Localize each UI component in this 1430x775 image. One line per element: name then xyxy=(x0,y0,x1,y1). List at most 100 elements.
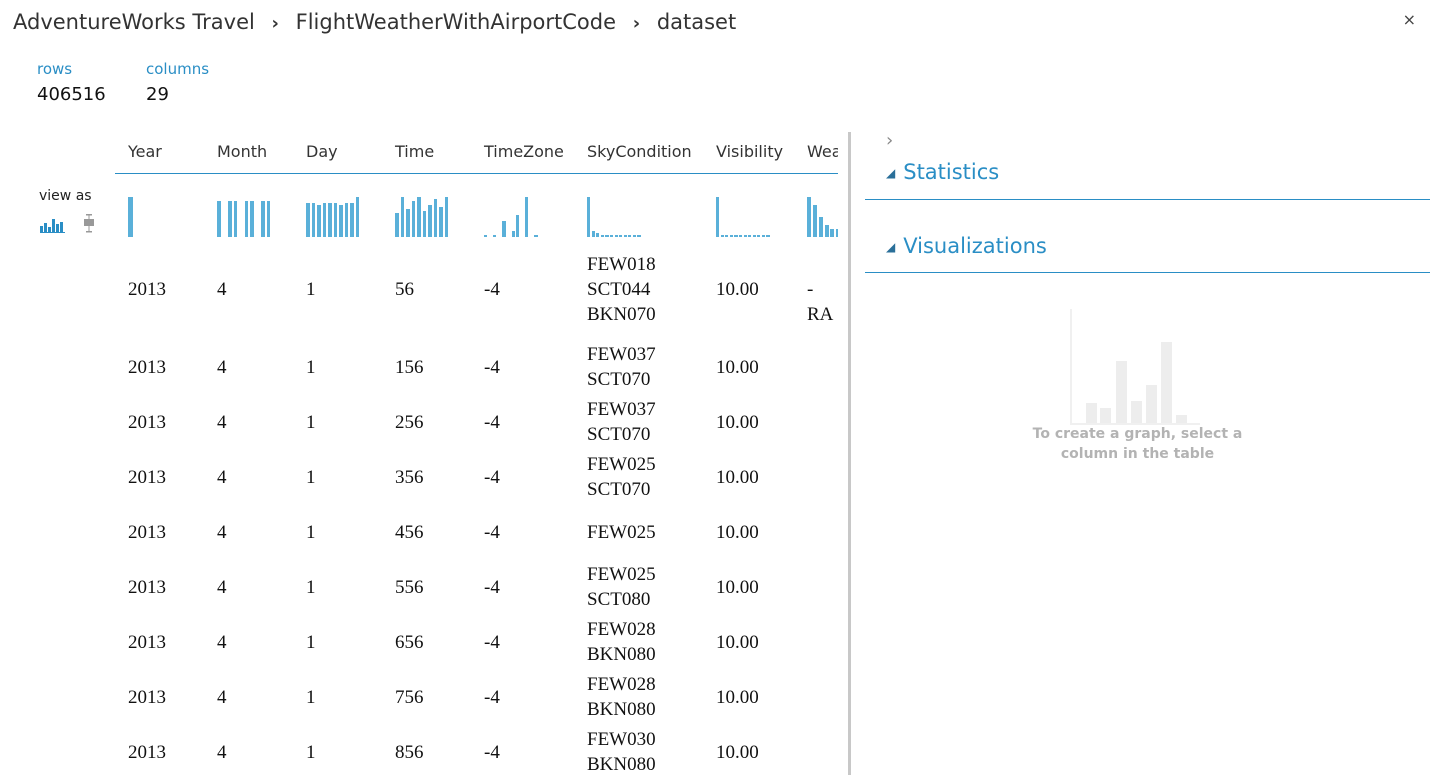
table-cell-timezone: -4 xyxy=(484,466,500,488)
histogram-bar xyxy=(757,235,761,237)
breadcrumb-item-workspace[interactable]: AdventureWorks Travel xyxy=(13,10,255,34)
table-cell-year: 2013 xyxy=(128,521,166,543)
histogram-bar xyxy=(444,197,449,237)
histogram-bar xyxy=(128,197,133,237)
rows-stat: rows 406516 xyxy=(37,60,106,105)
histogram-bar xyxy=(422,211,427,237)
table-cell-skycondition: FEW025 SCT070 xyxy=(587,454,656,500)
panel-divider[interactable] xyxy=(848,132,851,775)
histogram-bar xyxy=(743,235,747,237)
histogram-bar xyxy=(516,215,520,237)
table-cell-timezone: -4 xyxy=(484,576,500,598)
table-cell-month: 4 xyxy=(217,741,227,763)
histogram-bar xyxy=(344,203,349,237)
data-table: Year Month Day Time TimeZone SkyConditio… xyxy=(115,130,838,775)
histogram-bar xyxy=(525,197,529,237)
histogram-bar xyxy=(619,235,623,237)
table-cell-weather: -RA xyxy=(807,279,834,325)
expand-panel-icon[interactable]: › xyxy=(886,130,893,151)
histogram-bar xyxy=(350,203,354,237)
histogram-weather[interactable] xyxy=(807,195,838,237)
close-icon[interactable]: × xyxy=(1403,10,1416,29)
histogram-skycondition[interactable] xyxy=(587,195,642,237)
table-cell-visibility: 10.00 xyxy=(716,631,759,653)
column-header-year[interactable]: Year xyxy=(128,142,162,161)
histogram-visibility[interactable] xyxy=(716,195,771,237)
column-header-weather[interactable]: Wea xyxy=(807,142,838,161)
table-cell-month: 4 xyxy=(217,411,227,433)
column-header-skycondition[interactable]: SkyCondition xyxy=(587,142,692,161)
table-cell-skycondition: FEW030 BKN080 xyxy=(587,729,656,775)
columns-stat: columns 29 xyxy=(146,60,209,105)
column-header-time[interactable]: Time xyxy=(395,142,434,161)
table-cell-month: 4 xyxy=(217,576,227,598)
histogram-bar xyxy=(632,235,637,237)
statistics-section-header[interactable]: ◢ Statistics xyxy=(886,160,999,184)
table-cell-visibility: 10.00 xyxy=(716,411,759,433)
table-cell-time: 656 xyxy=(395,631,424,653)
table-cell-year: 2013 xyxy=(128,466,166,488)
view-as-toggle xyxy=(40,214,94,233)
breadcrumb-separator-icon: › xyxy=(632,13,641,34)
histogram-time[interactable] xyxy=(395,195,450,237)
histogram-bar xyxy=(766,235,770,237)
histogram-bar xyxy=(261,201,265,237)
histogram-bar xyxy=(596,233,600,237)
table-cell-year: 2013 xyxy=(128,741,166,763)
table-cell-time: 756 xyxy=(395,686,424,708)
table-cell-timezone: -4 xyxy=(484,356,500,378)
table-cell-visibility: 10.00 xyxy=(716,741,759,763)
table-cell-year: 2013 xyxy=(128,686,166,708)
histogram-bar xyxy=(433,199,438,237)
boxplot-icon[interactable] xyxy=(84,214,94,233)
breadcrumb-item-experiment[interactable]: FlightWeatherWithAirportCode xyxy=(296,10,616,34)
histogram-bar xyxy=(311,203,316,237)
table-cell-day: 1 xyxy=(306,521,316,543)
collapse-triangle-icon: ◢ xyxy=(886,240,896,254)
histogram-icon[interactable] xyxy=(40,219,65,233)
table-cell-skycondition: FEW025 SCT080 xyxy=(587,564,656,610)
columns-value: 29 xyxy=(146,84,169,105)
visualizations-label: Visualizations xyxy=(903,234,1047,258)
column-header-day[interactable]: Day xyxy=(306,142,338,161)
histogram-bar xyxy=(534,235,538,237)
column-header-timezone[interactable]: TimeZone xyxy=(484,142,564,161)
histogram-timezone[interactable] xyxy=(484,195,539,237)
histogram-bar xyxy=(729,235,733,237)
table-cell-day: 1 xyxy=(306,411,316,433)
table-cell-visibility: 10.00 xyxy=(716,576,759,598)
histogram-bar xyxy=(591,231,595,237)
histogram-bar xyxy=(605,235,609,237)
histogram-bar xyxy=(250,201,254,237)
histogram-bar xyxy=(400,197,405,237)
table-cell-visibility: 10.00 xyxy=(716,686,759,708)
rows-label: rows xyxy=(37,60,73,78)
table-cell-year: 2013 xyxy=(128,631,166,653)
table-cell-visibility: 10.00 xyxy=(716,521,759,543)
histogram-month[interactable] xyxy=(217,195,272,237)
histogram-bar xyxy=(322,203,327,237)
histogram-bar xyxy=(637,235,641,237)
table-cell-visibility: 10.00 xyxy=(716,356,759,378)
histogram-year[interactable] xyxy=(128,195,133,237)
histogram-bar xyxy=(807,197,812,237)
column-header-month[interactable]: Month xyxy=(217,142,267,161)
histogram-bar xyxy=(339,205,343,237)
histogram-bar xyxy=(824,225,829,237)
histogram-day[interactable] xyxy=(306,195,361,237)
table-cell-month: 4 xyxy=(217,466,227,488)
column-header-visibility[interactable]: Visibility xyxy=(716,142,783,161)
visualizations-rule xyxy=(865,272,1430,273)
histogram-bar xyxy=(609,235,614,237)
table-cell-time: 456 xyxy=(395,521,424,543)
table-cell-time: 556 xyxy=(395,576,424,598)
histogram-bar xyxy=(734,235,738,237)
breadcrumb-item-dataset: dataset xyxy=(656,10,737,34)
visualizations-section-header[interactable]: ◢ Visualizations xyxy=(886,234,1047,258)
table-cell-year: 2013 xyxy=(128,576,166,598)
table-cell-skycondition: FEW028 BKN080 xyxy=(587,619,656,665)
histogram-bar xyxy=(587,197,591,237)
table-cell-skycondition: FEW037 SCT070 xyxy=(587,399,656,445)
table-cell-time: 256 xyxy=(395,411,424,433)
histogram-bar xyxy=(614,235,618,237)
